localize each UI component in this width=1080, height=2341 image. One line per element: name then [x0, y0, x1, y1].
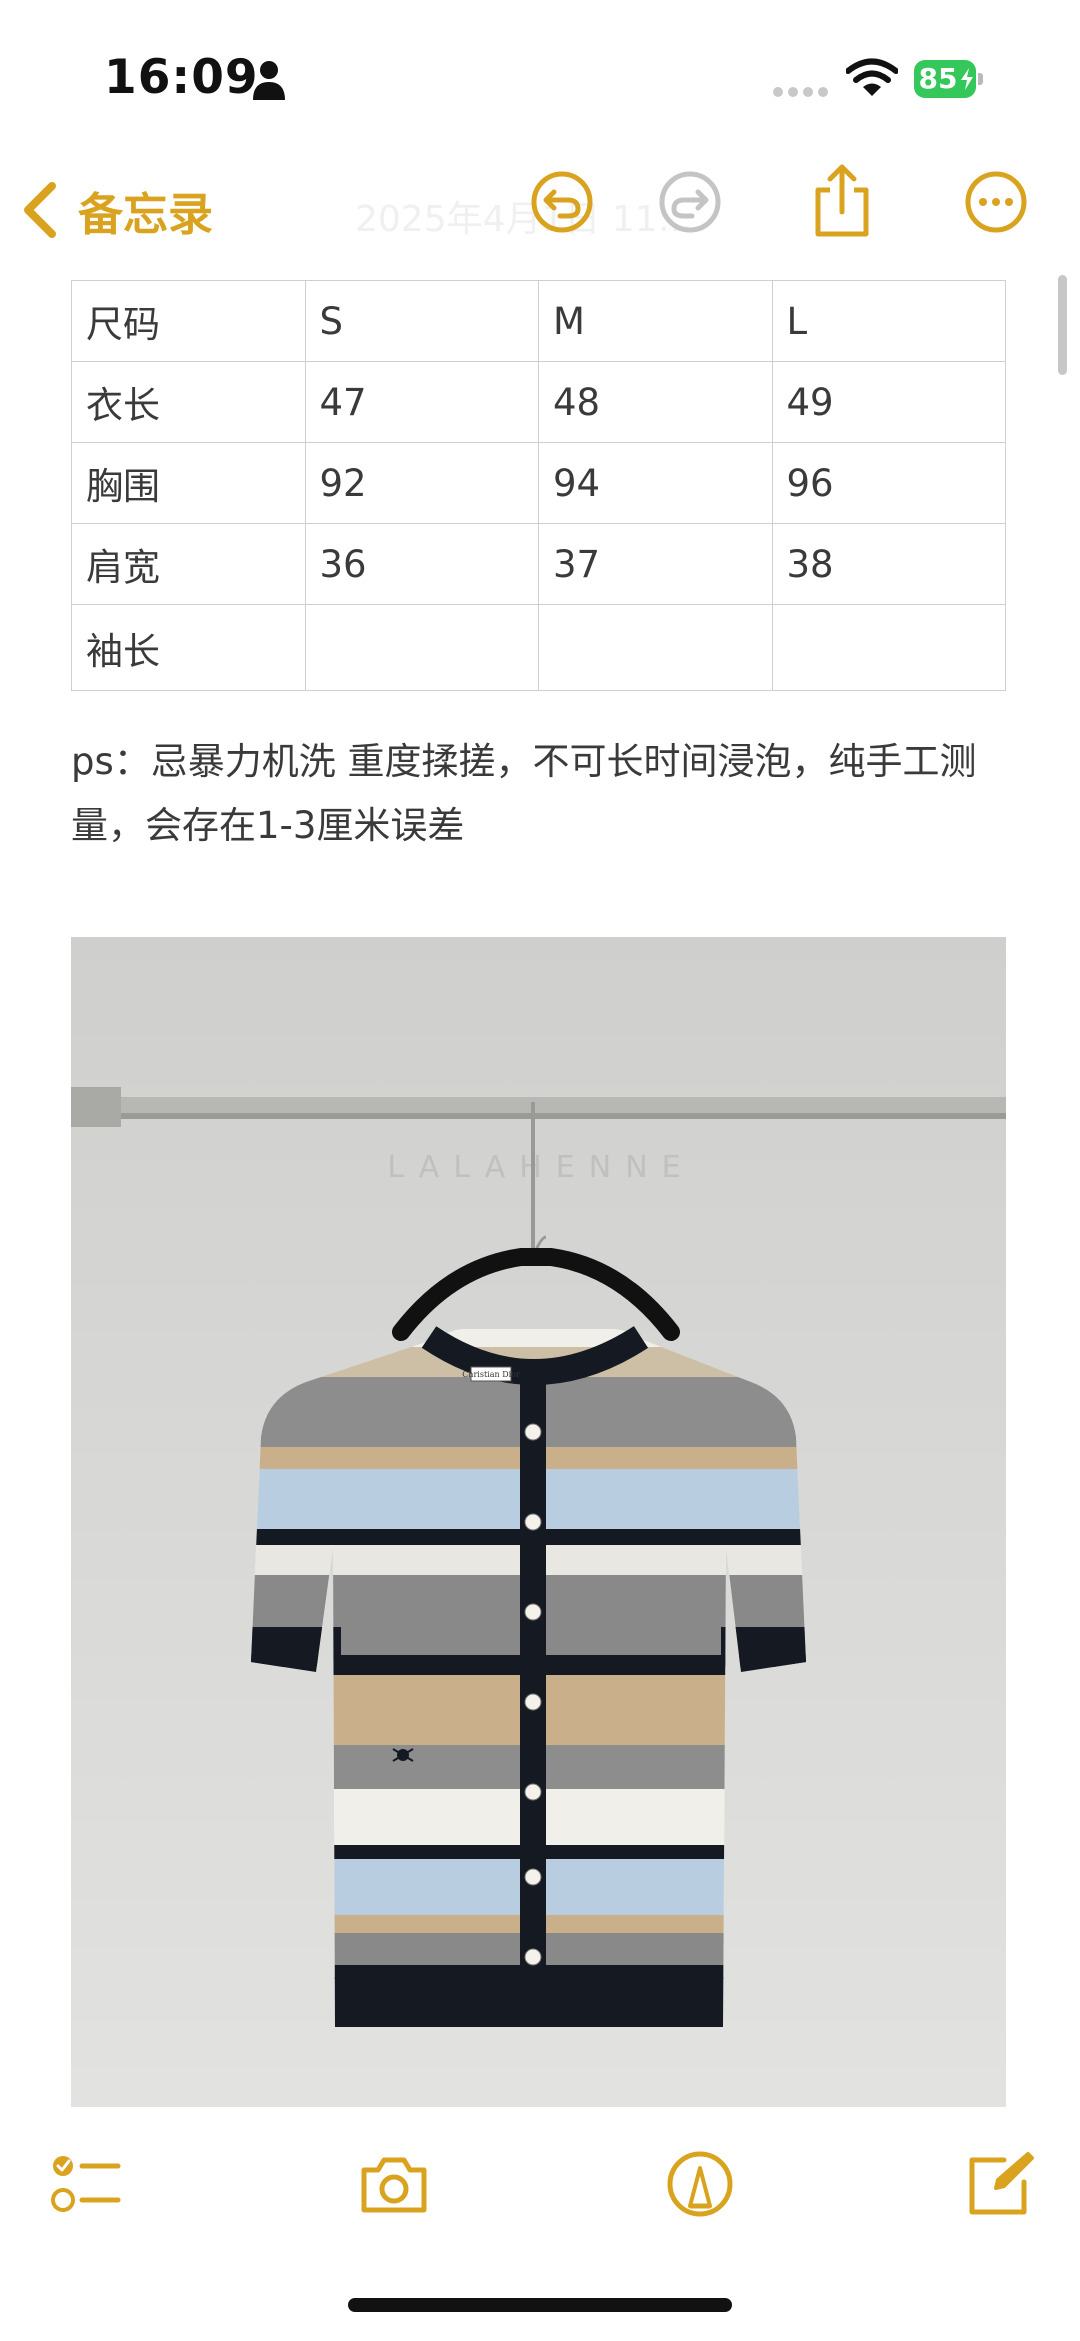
table-cell[interactable]: 49: [771, 361, 1006, 443]
table-cell[interactable]: 衣长: [71, 361, 306, 443]
table-cell[interactable]: 尺码: [71, 280, 306, 362]
charging-bolt-icon: [961, 68, 973, 90]
checklist-icon[interactable]: [50, 2150, 122, 2218]
cardigan-illustration: LALAHENNE Christian Dior: [71, 937, 1006, 2107]
person-icon: [253, 61, 285, 100]
redo-icon[interactable]: [658, 170, 722, 234]
markup-icon[interactable]: [664, 2150, 736, 2218]
back-button[interactable]: 备忘录: [22, 178, 213, 242]
table-row: 袖长: [71, 604, 1006, 691]
watermark: LALAHENNE: [387, 1150, 694, 1185]
back-label: 备忘录: [78, 187, 214, 241]
table-cell[interactable]: 36: [304, 523, 539, 605]
nav-bar: 备忘录 2025年4月1日 11:...: [0, 150, 1080, 270]
share-icon[interactable]: [812, 164, 872, 238]
camera-icon[interactable]: [358, 2150, 430, 2218]
product-photo[interactable]: LALAHENNE Christian Dior: [71, 937, 1006, 2107]
table-row: 尺码 S M L: [71, 280, 1006, 362]
more-icon[interactable]: [964, 170, 1028, 234]
table-row: 肩宽 36 37 38: [71, 523, 1006, 605]
back-chevron-icon: [24, 182, 56, 238]
battery-cap: [978, 73, 983, 85]
table-row: 衣长 47 48 49: [71, 361, 1006, 443]
table-cell[interactable]: [771, 604, 1006, 691]
battery-level: 85: [918, 62, 958, 95]
status-bar: 16:09 85: [0, 0, 1080, 150]
scroll-indicator[interactable]: [1058, 275, 1067, 375]
table-cell[interactable]: M: [538, 280, 773, 362]
table-cell[interactable]: [538, 604, 773, 691]
table-cell[interactable]: [304, 604, 539, 691]
table-cell[interactable]: 37: [538, 523, 773, 605]
home-indicator[interactable]: [348, 2298, 732, 2312]
table-cell[interactable]: 94: [538, 442, 773, 524]
note-text[interactable]: ps：忌暴力机洗 重度揉搓，不可长时间浸泡，纯手工测量，会存在1-3厘米误差: [71, 730, 1006, 858]
status-time: 16:09: [104, 50, 259, 105]
bottom-toolbar: [0, 2120, 1080, 2260]
table-cell[interactable]: 92: [304, 442, 539, 524]
size-table: 尺码 S M L 衣长 47 48 49 胸围 92 94 96 肩宽 36 3…: [71, 280, 1006, 691]
table-cell[interactable]: 96: [771, 442, 1006, 524]
compose-icon[interactable]: [964, 2150, 1036, 2218]
undo-icon[interactable]: [530, 170, 594, 234]
table-cell[interactable]: 肩宽: [71, 523, 306, 605]
table-cell[interactable]: 袖长: [71, 604, 306, 691]
table-cell[interactable]: L: [771, 280, 1006, 362]
table-cell[interactable]: S: [304, 280, 539, 362]
garment-label: Christian Dior: [462, 1370, 520, 1379]
table-row: 胸围 92 94 96: [71, 442, 1006, 524]
battery-icon: 85: [914, 60, 984, 98]
wifi-icon: [846, 58, 898, 96]
cellular-signal-icon: [773, 87, 828, 97]
table-cell[interactable]: 48: [538, 361, 773, 443]
table-cell[interactable]: 38: [771, 523, 1006, 605]
table-cell[interactable]: 胸围: [71, 442, 306, 524]
table-cell[interactable]: 47: [304, 361, 539, 443]
